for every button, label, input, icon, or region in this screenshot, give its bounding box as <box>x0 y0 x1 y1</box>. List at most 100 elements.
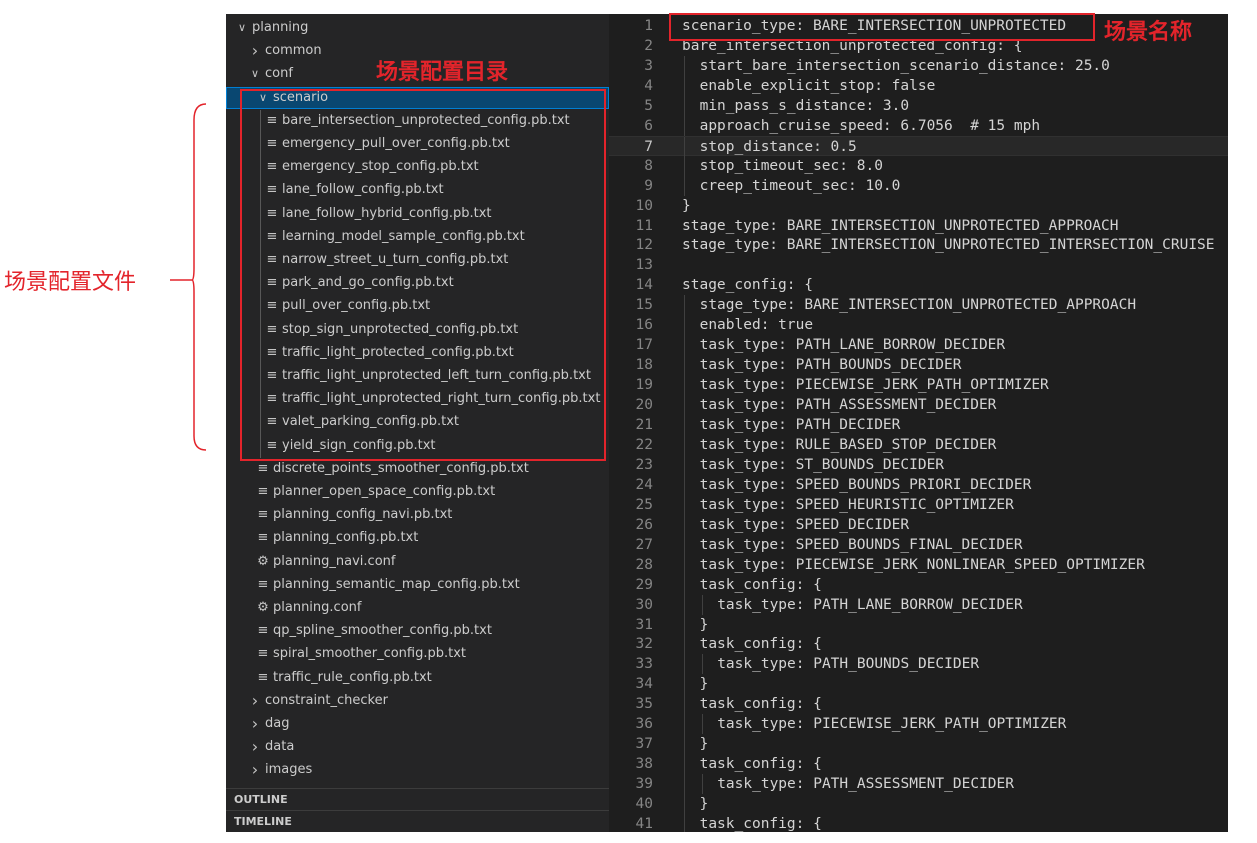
code-line[interactable]: 9 creep_timeout_sec: 10.0 <box>609 175 1228 196</box>
indent-guide <box>684 574 685 595</box>
code-line[interactable]: 31} <box>609 614 1228 635</box>
line-number: 26 <box>635 516 653 533</box>
code-line[interactable]: 13 <box>609 255 1228 275</box>
code-line[interactable]: 20 task_type: PATH_ASSESSMENT_DECIDER <box>609 395 1228 416</box>
chevron-right-icon: › <box>251 714 259 733</box>
code-line[interactable]: 37} <box>609 734 1228 755</box>
code-editor[interactable]: 1 scenario_type: BARE_INTERSECTION_UNPROT… <box>609 14 1228 832</box>
line-number: 15 <box>635 297 653 314</box>
code-line[interactable]: 32 task_config: { <box>609 634 1228 655</box>
indent-guide <box>684 175 685 196</box>
tree-item-label: planning <box>252 20 309 35</box>
file-lines-icon: ≡ <box>257 623 269 639</box>
timeline-panel-header[interactable]: TIMELINE <box>226 810 609 832</box>
line-number: 35 <box>635 696 653 713</box>
code-text: task_type: PATH_BOUNDS_DECIDER <box>699 357 962 374</box>
line-number: 25 <box>635 496 653 513</box>
code-line[interactable]: 7 stop_distance: 0.5 <box>609 135 1228 157</box>
code-line[interactable]: 5 min_pass_s_distance: 3.0 <box>609 95 1228 116</box>
code-line[interactable]: 6 approach_cruise_speed: 6.7056 # 15 mph <box>609 115 1228 136</box>
code-line[interactable]: 10} <box>609 196 1228 216</box>
code-line[interactable]: 40} <box>609 794 1228 815</box>
file-item-planning-config-pb-txt[interactable]: ≡ planning_config.pb.txt <box>226 527 609 549</box>
code-line[interactable]: 23 task_type: ST_BOUNDS_DECIDER <box>609 454 1228 475</box>
file-item-planning-config-navi-pb-txt[interactable]: ≡ planning_config_navi.pb.txt <box>226 504 609 526</box>
file-item-discrete-points-smoother-config-pb-txt[interactable]: ≡ discrete_points_smoother_config.pb.txt <box>226 458 609 480</box>
tree-item-label: planning_semantic_map_config.pb.txt <box>273 576 520 592</box>
indent-guide <box>684 55 685 76</box>
file-lines-icon: ≡ <box>257 460 269 476</box>
folder-item-data[interactable]: › data <box>226 736 609 758</box>
code-line[interactable]: 3 start_bare_intersection_scenario_distan… <box>609 55 1228 76</box>
code-line[interactable]: 39 task_type: PATH_ASSESSMENT_DECIDER <box>609 774 1228 795</box>
folder-item-constraint-checker[interactable]: › constraint_checker <box>226 690 609 712</box>
file-item-traffic-rule-config-pb-txt[interactable]: ≡ traffic_rule_config.pb.txt <box>226 667 609 689</box>
code-line[interactable]: 25 task_type: SPEED_HEURISTIC_OPTIMIZER <box>609 494 1228 515</box>
line-number: 14 <box>635 277 653 294</box>
code-line[interactable]: 34} <box>609 674 1228 695</box>
code-line[interactable]: 16 enabled: true <box>609 315 1228 336</box>
tree-item-label: images <box>265 762 313 778</box>
code-line[interactable]: 41 task_config: { <box>609 814 1228 832</box>
file-item-spiral-smoother-config-pb-txt[interactable]: ≡ spiral_smoother_config.pb.txt <box>226 643 609 665</box>
indent-guide <box>684 315 685 336</box>
folder-item-planning[interactable]: ∨ planning <box>226 17 609 39</box>
indent-guide <box>684 454 685 475</box>
code-line[interactable]: 33 task_type: PATH_BOUNDS_DECIDER <box>609 654 1228 675</box>
code-line[interactable]: 4 enable_explicit_stop: false <box>609 75 1228 96</box>
tree-item-label: traffic_rule_config.pb.txt <box>273 669 432 685</box>
code-line[interactable]: 21 task_type: PATH_DECIDER <box>609 415 1228 435</box>
code-text: task_type: PIECEWISE_JERK_PATH_OPTIMIZER <box>717 716 1067 733</box>
code-line[interactable]: 36 task_type: PIECEWISE_JERK_PATH_OPTIMIZ… <box>609 714 1228 735</box>
code-line[interactable]: 26 task_type: SPEED_DECIDER <box>609 514 1228 535</box>
code-line[interactable]: 8 stop_timeout_sec: 8.0 <box>609 155 1228 176</box>
line-number: 6 <box>644 117 653 134</box>
indent-guide <box>701 654 703 675</box>
code-line[interactable]: 14 stage_config: { <box>609 275 1228 295</box>
indent-guide <box>701 594 703 615</box>
tree-item-label: dag <box>265 716 290 731</box>
code-text: min_pass_s_distance: 3.0 <box>699 97 910 114</box>
line-number: 11 <box>635 217 653 234</box>
code-text: } <box>699 796 709 813</box>
folder-item-dag[interactable]: › dag <box>226 713 609 735</box>
code-line[interactable]: 22 task_type: RULE_BASED_STOP_DECIDER <box>609 434 1228 455</box>
indent-guide <box>684 674 685 695</box>
file-item-planning-semantic-map-config-pb-txt[interactable]: ≡ planning_semantic_map_config.pb.txt <box>226 574 609 596</box>
folder-item-images[interactable]: › images <box>226 759 609 781</box>
code-line[interactable]: 27 task_type: SPEED_BOUNDS_FINAL_DECIDER <box>609 534 1228 555</box>
indent-guide <box>684 754 685 775</box>
code-line[interactable]: 24 task_type: SPEED_BOUNDS_PRIORI_DECIDER <box>609 474 1228 495</box>
code-line[interactable]: 18 task_type: PATH_BOUNDS_DECIDER <box>609 355 1228 376</box>
code-line[interactable]: 12 stage_type: BARE_INTERSECTION_UNPROTEC… <box>609 235 1228 255</box>
indent-guide <box>684 474 685 495</box>
code-line[interactable]: 17 task_type: PATH_LANE_BORROW_DECIDER <box>609 335 1228 356</box>
code-line[interactable]: 29 task_config: { <box>609 574 1228 595</box>
code-text: } <box>682 197 691 214</box>
code-line[interactable]: 30 task_type: PATH_LANE_BORROW_DECIDER <box>609 594 1228 615</box>
code-line[interactable]: 28 task_type: PIECEWISE_JERK_NONLINEAR_SP… <box>609 554 1228 575</box>
line-number: 31 <box>635 616 653 633</box>
indent-guide <box>684 594 685 615</box>
line-number: 30 <box>635 596 653 613</box>
code-line[interactable]: 38 task_config: { <box>609 754 1228 775</box>
file-item-planning-conf[interactable]: ⚙ planning.conf <box>226 597 609 619</box>
indent-guide <box>684 794 685 815</box>
scene-config-files-brace <box>170 103 207 451</box>
file-item-planner-open-space-config-pb-txt[interactable]: ≡ planner_open_space_config.pb.txt <box>226 481 609 503</box>
code-line[interactable]: 11 stage_type: BARE_INTERSECTION_UNPROTEC… <box>609 216 1228 236</box>
outline-panel-header[interactable]: OUTLINE <box>226 788 609 810</box>
line-number: 2 <box>644 37 653 54</box>
code-line[interactable]: 35 task_config: { <box>609 694 1228 715</box>
code-text: stage_type: BARE_INTERSECTION_UNPROTECTE… <box>699 297 1137 314</box>
file-item-qp-spline-smoother-config-pb-txt[interactable]: ≡ qp_spline_smoother_config.pb.txt <box>226 620 609 642</box>
file-lines-icon: ≡ <box>257 646 269 662</box>
file-item-planning-navi-conf[interactable]: ⚙ planning_navi.conf <box>226 551 609 573</box>
tree-item-label: conf <box>265 66 293 82</box>
code-line[interactable]: 15 stage_type: BARE_INTERSECTION_UNPROTEC… <box>609 295 1228 316</box>
line-number: 4 <box>644 77 653 94</box>
code-text: task_type: SPEED_BOUNDS_PRIORI_DECIDER <box>699 476 1032 493</box>
line-number: 24 <box>635 476 653 493</box>
code-line[interactable]: 19 task_type: PIECEWISE_JERK_PATH_OPTIMIZ… <box>609 375 1228 396</box>
indent-guide <box>684 155 685 176</box>
